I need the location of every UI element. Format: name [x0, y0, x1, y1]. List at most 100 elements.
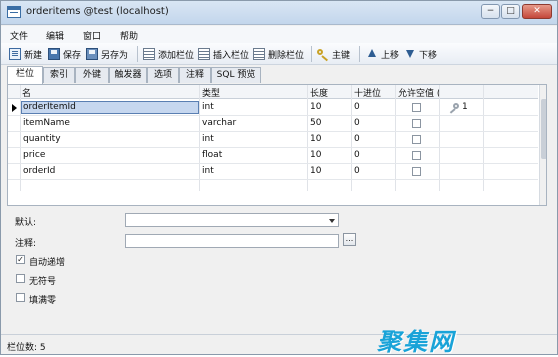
minimize-button[interactable]: − [481, 4, 500, 19]
save-label: 保存 [63, 50, 82, 61]
menu-file[interactable]: 文件 [10, 29, 28, 42]
move-down-label: 下移 [419, 50, 438, 61]
save-as-button[interactable]: 另存为 [86, 46, 128, 62]
column-header-allow-null[interactable]: 允许空值 ( [398, 86, 440, 99]
grid-header: 名 类型 长度 十进位 允许空值 ( [8, 85, 538, 99]
toolbar-separator [137, 46, 138, 62]
field-decimals[interactable]: 0 [354, 166, 360, 176]
table-designer-window: orderitems @test (localhost) − □ ✕ 文件 编辑… [0, 0, 558, 356]
close-button[interactable]: ✕ [522, 4, 552, 19]
column-header-type[interactable]: 类型 [202, 86, 220, 99]
insert-field-button[interactable]: 插入栏位 [198, 46, 249, 62]
grid-vertical-scrollbar[interactable] [539, 85, 546, 205]
unsigned-checkbox[interactable] [16, 274, 25, 283]
save-as-icon [86, 48, 98, 60]
comment-input[interactable] [125, 234, 339, 248]
window-title: orderitems @test (localhost) [26, 6, 169, 17]
field-length[interactable]: 10 [310, 150, 321, 160]
tab-options[interactable]: 选项 [147, 67, 179, 83]
tab-indexes[interactable]: 索引 [43, 67, 75, 83]
auto-increment-checkbox[interactable]: ✓ [16, 255, 25, 264]
field-name[interactable]: orderItemId [23, 102, 76, 112]
primary-key-button[interactable]: 主键 [317, 46, 350, 62]
field-length[interactable]: 10 [310, 166, 321, 176]
new-label: 新建 [24, 50, 43, 61]
auto-increment-label: 自动递增 [29, 258, 66, 268]
tab-triggers[interactable]: 触发器 [109, 67, 147, 83]
table-row[interactable]: quantity int 10 0 [8, 132, 538, 148]
field-type[interactable]: int [202, 102, 214, 112]
toolbar: 新建 保存 另存为 添加栏位 插入栏位 删除栏位 主键 上移 下移 [1, 43, 557, 65]
zerofill-checkbox[interactable] [16, 293, 25, 302]
default-value-select[interactable] [125, 213, 339, 227]
table-icon [7, 6, 21, 18]
field-type[interactable]: int [202, 166, 214, 176]
add-field-label: 添加栏位 [158, 50, 195, 61]
comment-label: 注释: [15, 239, 37, 249]
menu-window[interactable]: 窗口 [83, 29, 101, 42]
maximize-button[interactable]: □ [501, 4, 520, 19]
scrollbar-thumb[interactable] [541, 99, 546, 159]
menu-edit[interactable]: 编辑 [46, 29, 64, 42]
key-order: 1 [462, 102, 468, 112]
field-decimals[interactable]: 0 [354, 102, 360, 112]
field-count: 栏位数: 5 [7, 343, 46, 353]
table-row[interactable]: orderItemId int 10 0 1 [8, 100, 538, 116]
table-row[interactable]: price float 10 0 [8, 148, 538, 164]
fields-grid: 名 类型 长度 十进位 允许空值 ( orderItemId int 10 0 … [7, 84, 547, 206]
comment-edit-button[interactable]: ... [343, 233, 356, 246]
move-down-button[interactable]: 下移 [404, 46, 437, 62]
arrow-up-icon [366, 48, 378, 60]
primary-key-icon [449, 103, 459, 113]
allow-null-checkbox[interactable] [412, 135, 421, 144]
chevron-down-icon [329, 219, 335, 223]
allow-null-checkbox[interactable] [412, 119, 421, 128]
primary-key-label: 主键 [332, 50, 351, 61]
field-type[interactable]: int [202, 134, 214, 144]
allow-null-checkbox[interactable] [412, 167, 421, 176]
new-button[interactable]: 新建 [9, 46, 42, 62]
menu-bar: 文件 编辑 窗口 帮助 [1, 26, 557, 43]
field-type[interactable]: varchar [202, 118, 236, 128]
move-up-button[interactable]: 上移 [366, 46, 399, 62]
column-header-decimals[interactable]: 十进位 [354, 86, 381, 99]
menu-help[interactable]: 帮助 [120, 29, 138, 42]
zerofill-label: 填满零 [29, 296, 57, 306]
default-label: 默认: [15, 218, 37, 228]
save-button[interactable]: 保存 [48, 46, 81, 62]
field-decimals[interactable]: 0 [354, 118, 360, 128]
field-length[interactable]: 10 [310, 134, 321, 144]
column-header-name[interactable]: 名 [22, 86, 31, 99]
field-decimals[interactable]: 0 [354, 150, 360, 160]
new-document-icon [9, 48, 21, 60]
toolbar-separator [311, 46, 312, 62]
add-field-icon [143, 48, 155, 60]
field-decimals[interactable]: 0 [354, 134, 360, 144]
field-name[interactable]: orderId [23, 166, 55, 176]
current-row-pointer-icon [12, 104, 17, 112]
tab-foreign-keys[interactable]: 外键 [75, 67, 109, 83]
delete-field-button[interactable]: 删除栏位 [253, 46, 304, 62]
field-length[interactable]: 50 [310, 118, 321, 128]
allow-null-checkbox[interactable] [412, 103, 421, 112]
table-row[interactable]: itemName varchar 50 0 [8, 116, 538, 132]
delete-field-icon [253, 48, 265, 60]
insert-field-icon [198, 48, 210, 60]
save-as-label: 另存为 [101, 50, 129, 61]
column-header-length[interactable]: 长度 [310, 86, 328, 99]
table-row[interactable]: orderId int 10 0 [8, 164, 538, 180]
tab-comment[interactable]: 注释 [179, 67, 211, 83]
field-name[interactable]: quantity [23, 134, 61, 144]
delete-field-label: 删除栏位 [268, 50, 305, 61]
add-field-button[interactable]: 添加栏位 [143, 46, 194, 62]
watermark-logo: 聚集网 [377, 328, 455, 356]
save-icon [48, 48, 60, 60]
field-length[interactable]: 10 [310, 102, 321, 112]
field-name[interactable]: itemName [23, 118, 70, 128]
field-name[interactable]: price [23, 150, 45, 160]
tab-fields[interactable]: 栏位 [7, 66, 43, 84]
arrow-down-icon [404, 48, 416, 60]
tab-sql-preview[interactable]: SQL 预览 [211, 67, 261, 83]
allow-null-checkbox[interactable] [412, 151, 421, 160]
field-type[interactable]: float [202, 150, 222, 160]
